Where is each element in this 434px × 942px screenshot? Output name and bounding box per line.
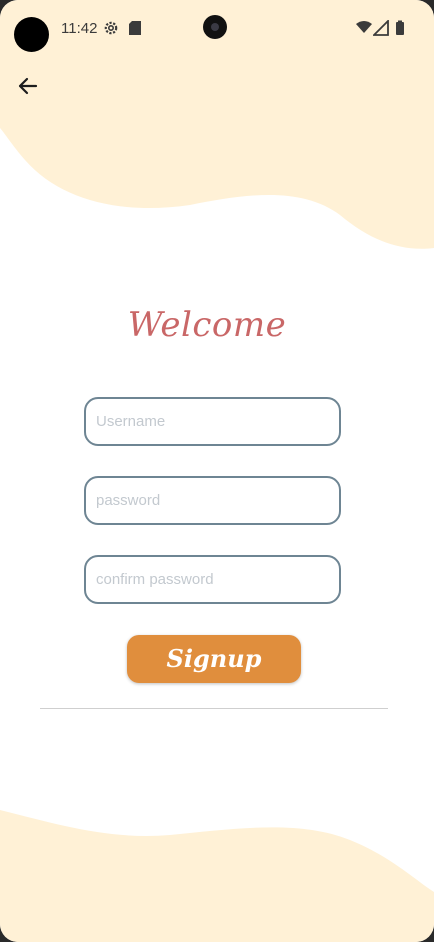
confirm-password-field[interactable] [84,555,341,604]
sd-card-icon [129,21,141,35]
divider [40,708,388,709]
gear-icon [104,21,118,35]
front-camera [203,15,227,39]
background-waves [0,0,434,942]
signal-icon [373,20,389,36]
battery-icon [396,20,404,35]
wifi-icon [356,21,372,33]
status-time: 11:42 [61,20,98,37]
welcome-title: Welcome [127,305,287,345]
password-field[interactable] [84,476,341,525]
bottom-wave [0,810,434,942]
username-field[interactable] [84,397,341,446]
camera-cutout-dot [14,17,49,52]
signup-button[interactable]: Signup [127,635,301,683]
arrow-left-icon[interactable] [14,72,42,100]
status-bar: 11:42 [0,0,434,60]
signup-screen: 11:42 Welcome Signup [0,0,434,942]
password-input[interactable] [86,478,339,523]
username-input[interactable] [86,399,339,444]
confirm-password-input[interactable] [86,557,339,602]
